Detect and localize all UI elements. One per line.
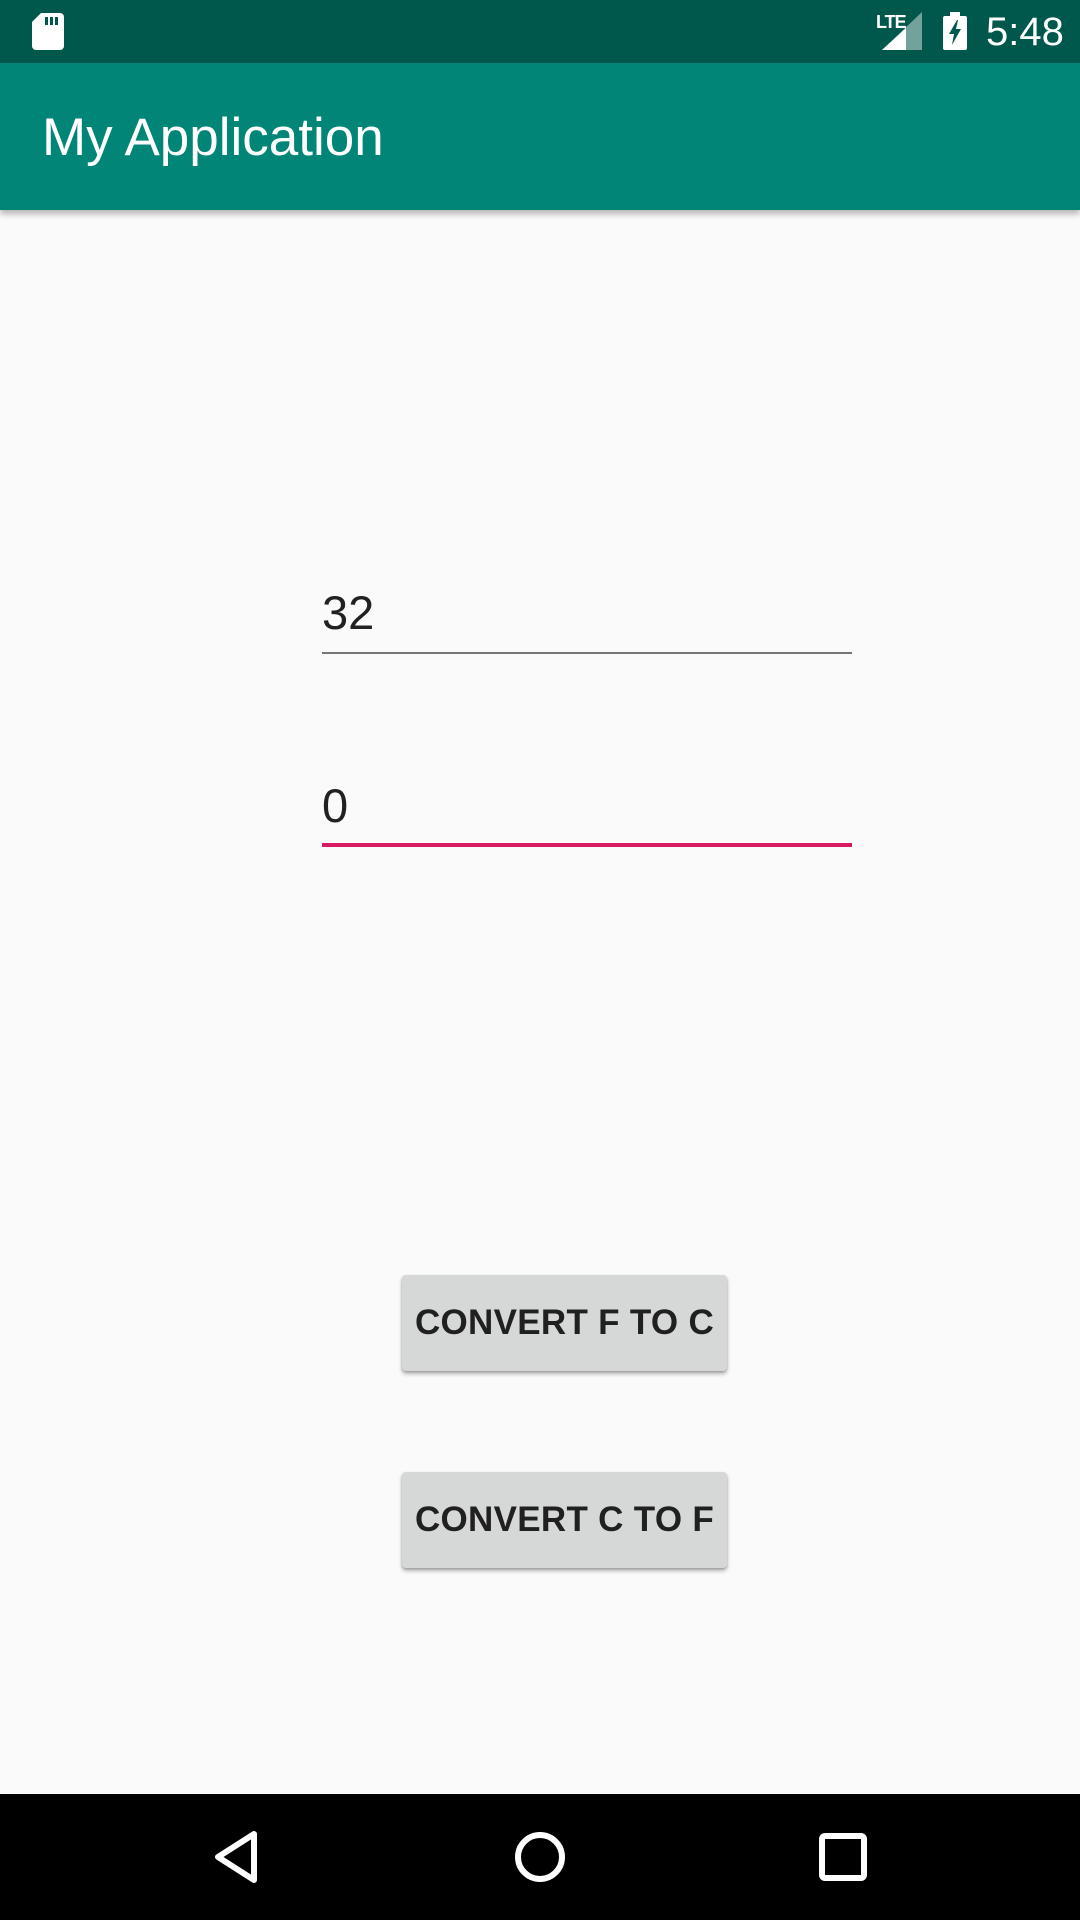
celsius-input-underline <box>322 843 852 847</box>
sd-card-icon <box>32 13 64 50</box>
convert-f-to-c-button[interactable]: CONVERT F TO C <box>402 1275 727 1371</box>
back-icon[interactable] <box>202 1822 272 1892</box>
battery-charging-icon <box>943 12 967 50</box>
home-icon[interactable] <box>505 1822 575 1892</box>
navigation-bar <box>0 1794 1080 1920</box>
celsius-input[interactable]: 0 <box>322 767 852 847</box>
status-bar: LTE 5:48 <box>0 0 1080 63</box>
fahrenheit-input[interactable]: 32 <box>322 574 852 654</box>
recents-icon[interactable] <box>808 1822 878 1892</box>
fahrenheit-input-underline <box>322 652 852 654</box>
fahrenheit-input-value: 32 <box>322 586 375 639</box>
app-bar: My Application <box>0 63 1080 210</box>
convert-c-to-f-button[interactable]: CONVERT C TO F <box>402 1472 727 1568</box>
signal-icon <box>882 12 922 50</box>
clock: 5:48 <box>986 10 1064 54</box>
celsius-input-value: 0 <box>322 779 349 832</box>
app-title: My Application <box>42 108 384 167</box>
